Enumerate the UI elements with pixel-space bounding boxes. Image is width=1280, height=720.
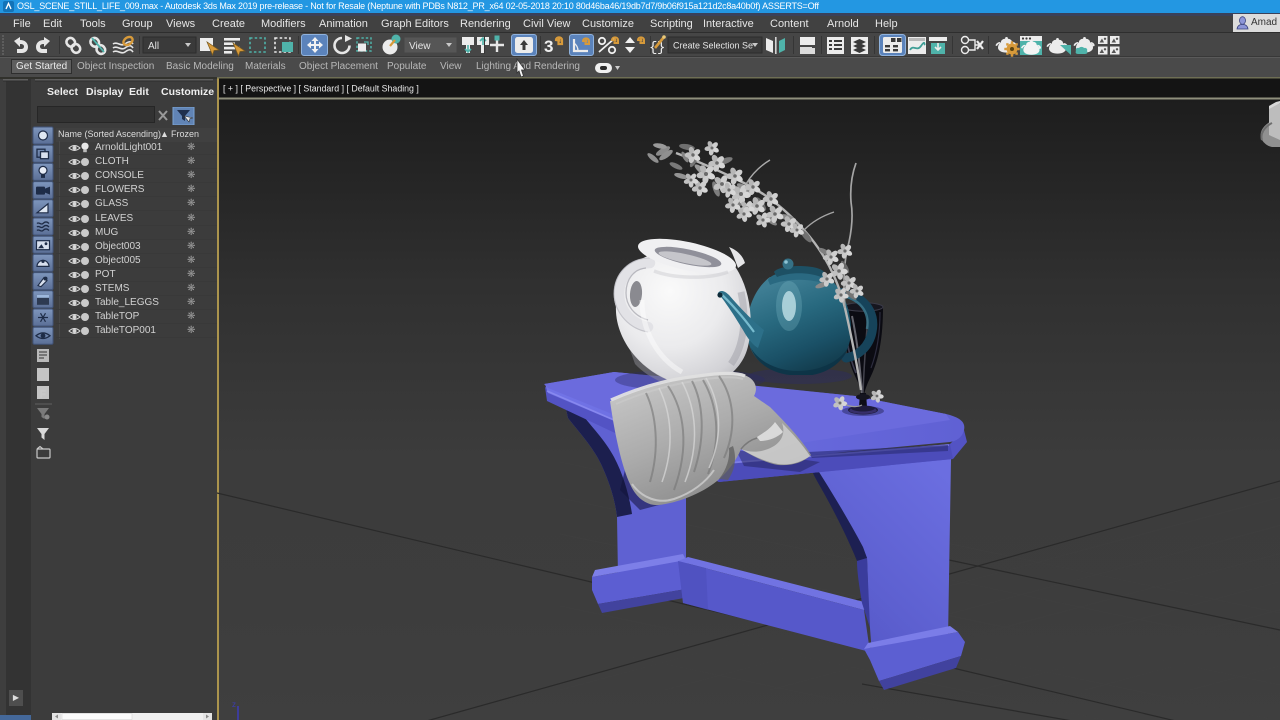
svg-text:Create Selection Se: Create Selection Se — [673, 41, 753, 51]
svg-text:View: View — [409, 41, 431, 52]
svg-text:F: F — [40, 389, 46, 399]
svg-text:[ + ] [ Perspective ] [ Standa: [ + ] [ Perspective ] [ Standard ] [ Def… — [223, 84, 419, 94]
svg-text:3: 3 — [544, 37, 553, 56]
svg-text:z: z — [232, 700, 236, 709]
svg-text:All: All — [148, 41, 159, 52]
